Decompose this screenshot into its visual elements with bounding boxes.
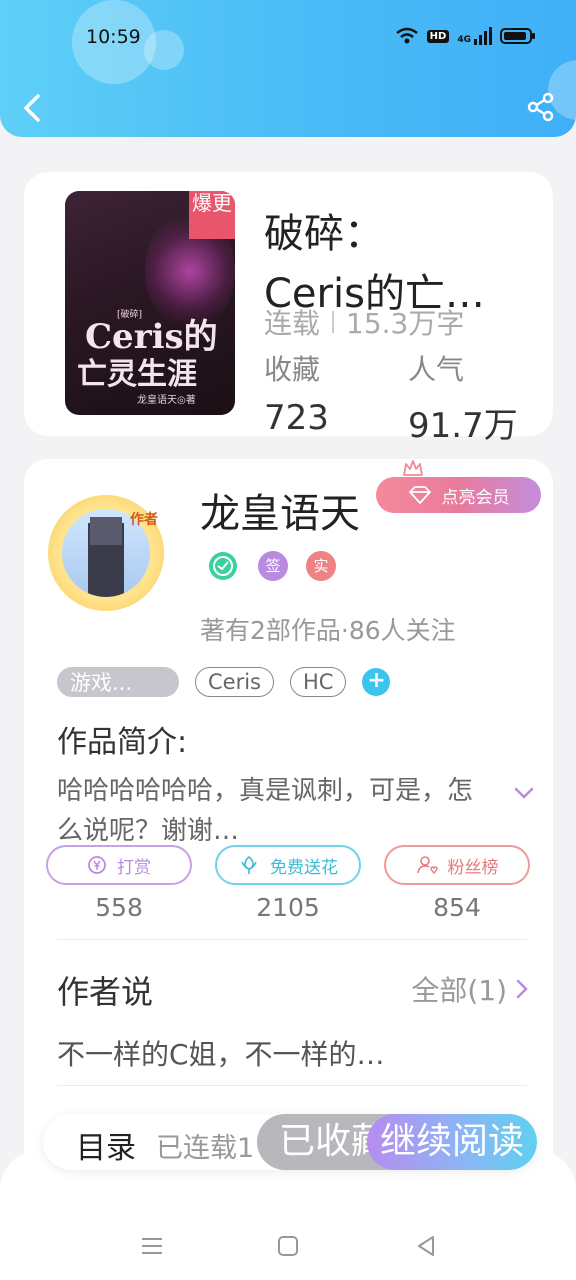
reward-label: 打赏	[117, 857, 151, 878]
home-icon[interactable]	[274, 1232, 302, 1260]
book-meta: 连载 15.3万字	[264, 302, 464, 342]
intro-text[interactable]: 哈哈哈哈哈哈，真是讽刺，可是，怎么说呢？谢谢…	[57, 771, 477, 851]
author-avatar[interactable]: 作者	[48, 495, 164, 611]
flower-count: 2105	[256, 893, 320, 922]
vip-button[interactable]: 点亮会员	[376, 477, 541, 513]
popularity-label: 人气	[408, 353, 465, 386]
fans-icon	[416, 856, 438, 874]
bottom-action-bar: 目录 已连载1 已收藏 继续阅读	[43, 1114, 537, 1170]
action-row: 打赏 免费送花 粉丝榜	[46, 845, 532, 885]
popularity-value: 91.7万	[408, 406, 518, 446]
author-says-all-link[interactable]: 全部(1)	[411, 969, 529, 1009]
flower-icon	[241, 855, 257, 874]
book-cover[interactable]: 爆更 [破碎] Ceris的 亡灵生涯 龙皇语天◎著	[65, 191, 235, 415]
decor-bubble	[144, 30, 184, 70]
divider	[57, 1085, 527, 1086]
author-name[interactable]: 龙皇语天	[200, 481, 360, 539]
crown-icon	[403, 460, 423, 476]
chevron-right-icon	[516, 979, 528, 999]
favorites-label: 收藏	[264, 353, 321, 386]
back-triangle-icon[interactable]	[412, 1232, 440, 1260]
favorites-value: 723	[264, 398, 329, 438]
verified-badge: 实	[306, 551, 336, 581]
fans-rank-label: 粉丝榜	[447, 857, 499, 878]
signed-badge: 签	[258, 551, 288, 581]
back-icon[interactable]	[18, 90, 46, 126]
cover-author: 龙皇语天◎著	[137, 395, 196, 406]
send-flower-button[interactable]: 免费送花	[215, 845, 361, 885]
status-time: 10:59	[86, 26, 141, 48]
avatar-author-tag: 作者	[130, 512, 158, 528]
continue-reading-button[interactable]: 继续阅读	[367, 1114, 537, 1170]
vip-button-label: 点亮会员	[441, 487, 510, 508]
send-flower-label: 免费送花	[270, 857, 338, 878]
level-badge-icon	[209, 552, 237, 580]
wifi-icon	[395, 27, 418, 44]
diamond-icon	[408, 486, 431, 504]
toc-status: 已连载1	[156, 1133, 255, 1164]
meta-separator	[332, 311, 335, 333]
tag-list: 游戏... Ceris HC +	[57, 667, 391, 697]
author-works-info: 著有2部作品·86人关注	[200, 616, 456, 645]
reward-count: 558	[95, 893, 143, 922]
hd-icon: HD	[426, 29, 450, 43]
author-says-title: 作者说	[57, 973, 154, 1011]
toc-button[interactable]: 目录	[76, 1123, 136, 1167]
status-icons: HD 4G	[395, 27, 536, 45]
battery-icon	[500, 28, 535, 44]
divider	[57, 939, 527, 940]
author-says-all-label: 全部(1)	[411, 974, 507, 1007]
tag-item[interactable]: 游戏...	[57, 667, 179, 697]
intro-title: 作品简介:	[57, 725, 188, 760]
reward-button[interactable]: 打赏	[46, 845, 192, 885]
author-card: 作者 龙皇语天 点亮会员 签 实 著有2部作品·86人关注 游戏... Ceri…	[24, 459, 553, 1179]
book-status: 连载	[264, 307, 321, 340]
author-says-text[interactable]: 不一样的C姐，不一样的…	[57, 1033, 385, 1073]
book-title-line1: 破碎：	[264, 211, 384, 257]
tag-item[interactable]: HC	[290, 667, 347, 697]
signal-icon: 4G	[457, 27, 492, 45]
book-word-count: 15.3万字	[346, 307, 465, 340]
add-tag-button[interactable]: +	[362, 668, 391, 696]
yen-coin-icon	[88, 856, 106, 874]
chevron-down-icon[interactable]	[512, 781, 536, 805]
fans-rank-button[interactable]: 粉丝榜	[384, 845, 530, 885]
avatar-head	[90, 517, 122, 545]
menu-icon[interactable]	[138, 1232, 166, 1260]
tag-item[interactable]: Ceris	[195, 667, 274, 697]
header: 10:59 HD 4G	[0, 0, 576, 137]
fans-count: 854	[433, 893, 481, 922]
cover-title-line2: 亡灵生涯	[77, 357, 197, 392]
book-info-card: 爆更 [破碎] Ceris的 亡灵生涯 龙皇语天◎著 破碎： Ceris的亡… …	[24, 172, 553, 446]
cover-ribbon: 爆更	[189, 191, 235, 239]
share-icon[interactable]	[526, 92, 556, 122]
